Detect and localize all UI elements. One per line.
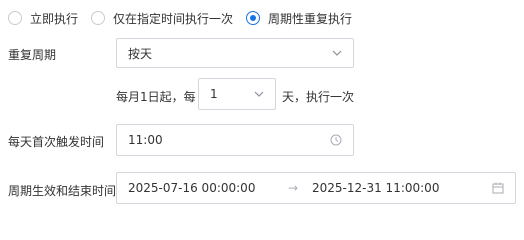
range-arrow-icon: →: [288, 181, 299, 195]
first-trigger-label: 每天首次触发时间: [8, 135, 105, 149]
radio-circle-icon: [8, 11, 22, 25]
interval-prefix-text: 每月1日起，每: [116, 90, 196, 104]
period-range-label: 周期生效和结束时间: [8, 184, 117, 198]
repeat-period-value: 按天: [128, 46, 153, 61]
interval-suffix-text: 天，执行一次: [282, 90, 355, 104]
repeat-period-select[interactable]: 按天: [116, 38, 354, 68]
interval-select[interactable]: 1: [198, 78, 276, 110]
repeat-period-label: 重复周期: [8, 48, 57, 62]
period-range-picker[interactable]: 2025-07-16 00:00:00 → 2025-12-31 11:00:0…: [116, 172, 516, 204]
clock-icon: [330, 134, 342, 146]
radio-periodic[interactable]: 周期性重复执行: [246, 10, 352, 27]
schedule-mode-radio-group: 立即执行 仅在指定时间执行一次 周期性重复执行: [8, 8, 365, 28]
radio-once-label: 仅在指定时间执行一次: [113, 11, 234, 26]
chevron-down-icon: [254, 91, 264, 97]
period-start-value: 2025-07-16 00:00:00: [128, 181, 256, 195]
radio-circle-icon: [91, 11, 106, 25]
radio-checked-icon: [246, 11, 261, 25]
first-trigger-value: 11:00: [128, 133, 163, 147]
radio-periodic-label: 周期性重复执行: [268, 11, 353, 26]
first-trigger-time-input[interactable]: 11:00: [116, 124, 354, 156]
interval-value: 1: [210, 87, 218, 101]
period-end-value: 2025-12-31 11:00:00: [312, 181, 440, 195]
chevron-down-icon: [332, 50, 342, 56]
radio-immediate-label: 立即执行: [30, 11, 79, 26]
calendar-icon: [492, 182, 504, 194]
radio-once[interactable]: 仅在指定时间执行一次: [91, 10, 233, 27]
radio-immediate[interactable]: 立即执行: [8, 10, 78, 27]
